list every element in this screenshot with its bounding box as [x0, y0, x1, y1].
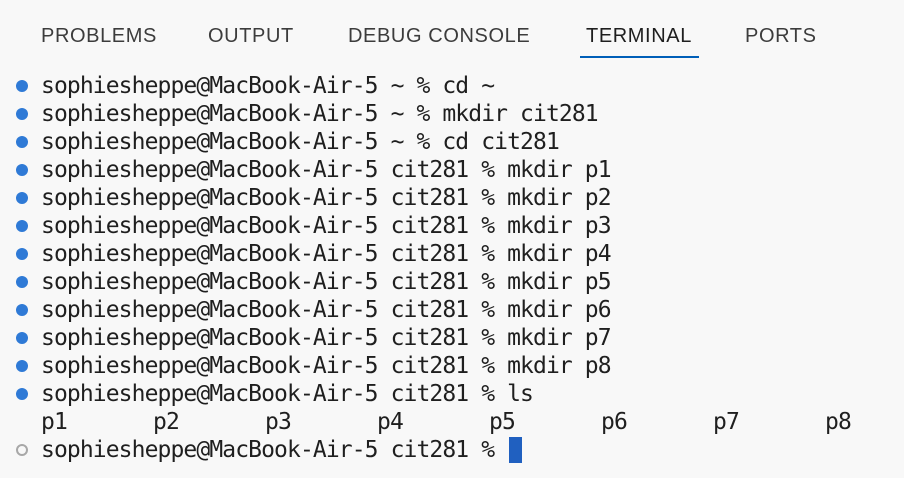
directory-entry: p3 — [265, 409, 292, 435]
command-text: sophiesheppe@MacBook-Air-5 cit281 % ls — [41, 381, 534, 407]
tab-ports[interactable]: PORTS — [745, 24, 817, 48]
terminal-line: sophiesheppe@MacBook-Air-5 ~ % cd ~ — [0, 72, 904, 100]
terminal-line: sophiesheppe@MacBook-Air-5 cit281 % mkdi… — [0, 156, 904, 184]
prompt-wrapper: sophiesheppe@MacBook-Air-5 cit281 % — [41, 437, 523, 463]
terminal-line: sophiesheppe@MacBook-Air-5 cit281 % mkdi… — [0, 240, 904, 268]
command-text: sophiesheppe@MacBook-Air-5 ~ % cd ~ — [41, 73, 495, 99]
tab-terminal[interactable]: TERMINAL — [586, 24, 692, 48]
command-success-decoration-icon[interactable] — [16, 80, 28, 92]
terminal-line: sophiesheppe@MacBook-Air-5 cit281 % mkdi… — [0, 268, 904, 296]
directory-entry: p2 — [153, 409, 180, 435]
command-text: sophiesheppe@MacBook-Air-5 cit281 % mkdi… — [41, 269, 612, 295]
command-success-decoration-icon[interactable] — [16, 220, 28, 232]
command-text: sophiesheppe@MacBook-Air-5 cit281 % mkdi… — [41, 325, 612, 351]
terminal-line: sophiesheppe@MacBook-Air-5 cit281 % mkdi… — [0, 352, 904, 380]
command-success-decoration-icon[interactable] — [16, 388, 28, 400]
command-text: sophiesheppe@MacBook-Air-5 cit281 % mkdi… — [41, 241, 612, 267]
command-text: sophiesheppe@MacBook-Air-5 cit281 % mkdi… — [41, 213, 612, 239]
command-pending-decoration-icon[interactable] — [16, 444, 28, 456]
terminal-prompt-line[interactable]: sophiesheppe@MacBook-Air-5 cit281 % — [0, 436, 904, 464]
tab-problems[interactable]: PROBLEMS — [41, 24, 157, 48]
terminal-line: sophiesheppe@MacBook-Air-5 cit281 % mkdi… — [0, 296, 904, 324]
command-success-decoration-icon[interactable] — [16, 276, 28, 288]
command-text: sophiesheppe@MacBook-Air-5 ~ % mkdir cit… — [41, 101, 599, 127]
directory-entry: p5 — [489, 409, 516, 435]
ls-output-line: p1 p2 p3 p4 p5 p6 p7 p8 — [0, 408, 904, 436]
panel-tab-bar: PROBLEMS OUTPUT DEBUG CONSOLE TERMINAL P… — [0, 0, 904, 62]
command-success-decoration-icon[interactable] — [16, 304, 28, 316]
tab-debug-console[interactable]: DEBUG CONSOLE — [348, 24, 530, 48]
command-success-decoration-icon[interactable] — [16, 360, 28, 372]
directory-entry: p8 — [825, 409, 852, 435]
command-success-decoration-icon[interactable] — [16, 164, 28, 176]
terminal-line: sophiesheppe@MacBook-Air-5 cit281 % mkdi… — [0, 184, 904, 212]
terminal-line: sophiesheppe@MacBook-Air-5 ~ % mkdir cit… — [0, 100, 904, 128]
terminal-line: sophiesheppe@MacBook-Air-5 cit281 % ls — [0, 380, 904, 408]
directory-entry: p1 — [41, 409, 68, 435]
directory-entry: p7 — [713, 409, 740, 435]
directory-entry: p4 — [377, 409, 404, 435]
command-text: sophiesheppe@MacBook-Air-5 ~ % cd cit281 — [41, 129, 560, 155]
command-text: sophiesheppe@MacBook-Air-5 cit281 % mkdi… — [41, 185, 612, 211]
active-tab-indicator — [580, 56, 699, 58]
command-text: sophiesheppe@MacBook-Air-5 cit281 % mkdi… — [41, 297, 612, 323]
tab-output[interactable]: OUTPUT — [208, 24, 294, 48]
terminal-line: sophiesheppe@MacBook-Air-5 cit281 % mkdi… — [0, 212, 904, 240]
terminal-line: sophiesheppe@MacBook-Air-5 cit281 % mkdi… — [0, 324, 904, 352]
command-success-decoration-icon[interactable] — [16, 136, 28, 148]
command-success-decoration-icon[interactable] — [16, 192, 28, 204]
command-success-decoration-icon[interactable] — [16, 248, 28, 260]
command-success-decoration-icon[interactable] — [16, 332, 28, 344]
prompt-text: sophiesheppe@MacBook-Air-5 cit281 % — [41, 437, 508, 463]
terminal-line: sophiesheppe@MacBook-Air-5 ~ % cd cit281 — [0, 128, 904, 156]
command-success-decoration-icon[interactable] — [16, 108, 28, 120]
command-text: sophiesheppe@MacBook-Air-5 cit281 % mkdi… — [41, 157, 612, 183]
terminal-cursor — [509, 437, 523, 463]
command-text: sophiesheppe@MacBook-Air-5 cit281 % mkdi… — [41, 353, 612, 379]
directory-entry: p6 — [601, 409, 628, 435]
